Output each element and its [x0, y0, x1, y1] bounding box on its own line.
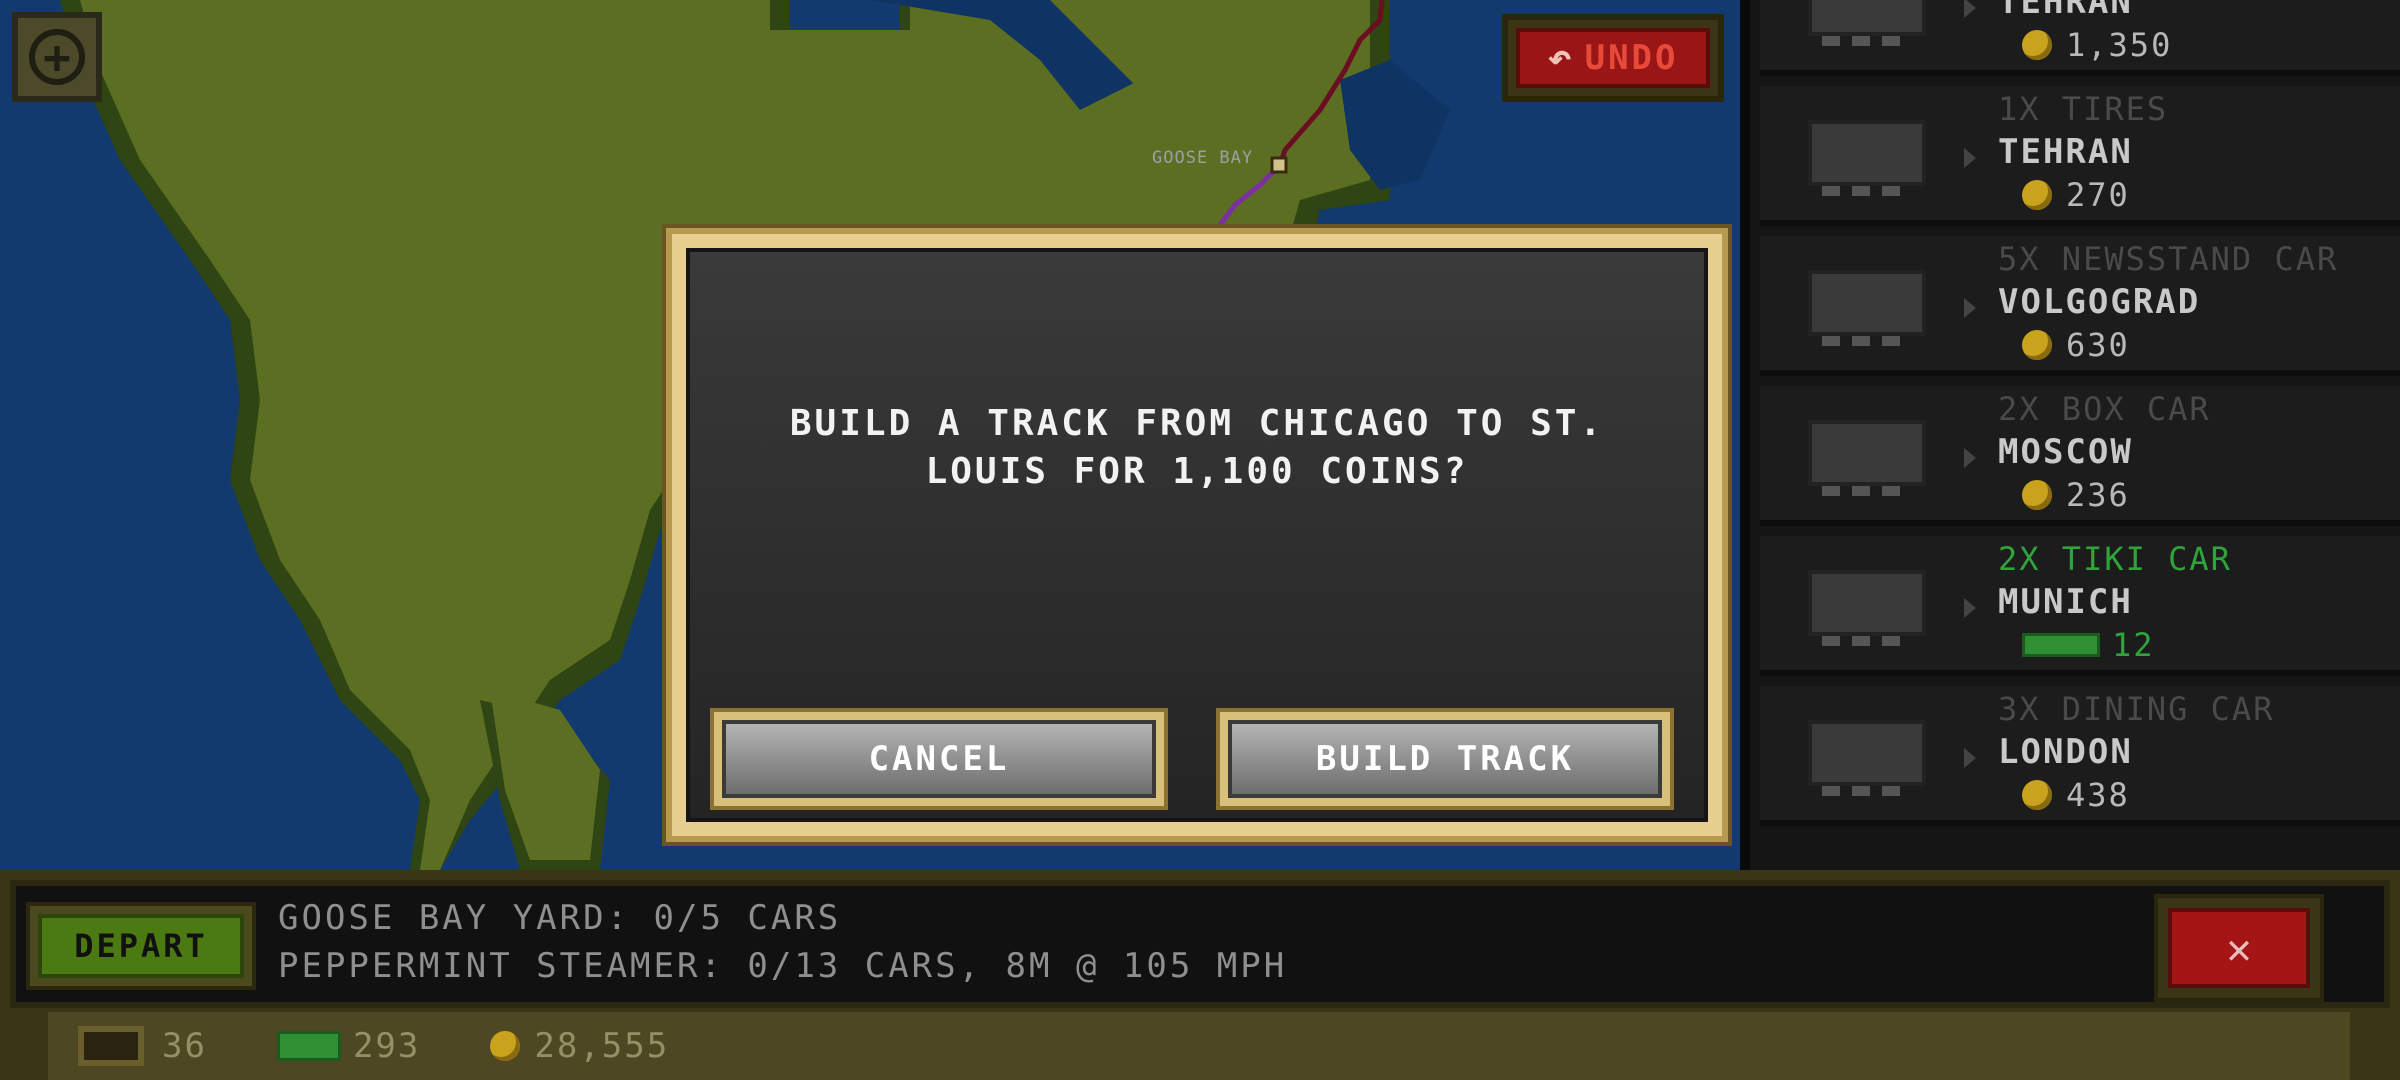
chevron-right-icon — [1964, 748, 1976, 768]
coin-icon — [2022, 180, 2052, 210]
offer-price: 630 — [2022, 326, 2130, 364]
cash-stat: 293 — [276, 1026, 420, 1066]
chevron-right-icon — [1964, 598, 1976, 618]
offer-item[interactable]: TEHRAN 1,350 — [1760, 0, 2400, 76]
offer-item[interactable]: 5X NEWSSTAND CAR VOLGOGRAD 630 — [1760, 236, 2400, 376]
close-button[interactable]: ✕ — [2154, 894, 2324, 1002]
cash-icon — [2022, 633, 2100, 657]
undo-label: UNDO — [1584, 38, 1679, 78]
car-thumbnail — [1808, 570, 1926, 646]
chevron-right-icon — [1964, 0, 1976, 18]
undo-arrow-icon: ↶ — [1547, 35, 1575, 81]
chevron-right-icon — [1964, 448, 1976, 468]
car-thumbnail — [1808, 720, 1926, 796]
offer-destination: TEHRAN — [1998, 0, 2133, 22]
cancel-button-label: CANCEL — [722, 720, 1156, 798]
offer-cargo: 5X NEWSSTAND CAR — [1998, 240, 2339, 278]
cash-icon — [276, 1031, 341, 1061]
dialog-body: BUILD A TRACK FROM CHICAGO TO ST. LOUIS … — [686, 248, 1708, 822]
build-track-dialog: BUILD A TRACK FROM CHICAGO TO ST. LOUIS … — [666, 228, 1728, 842]
offer-cargo: 3X DINING CAR — [1998, 690, 2275, 728]
offer-cargo: 2X BOX CAR — [1998, 390, 2211, 428]
offer-item[interactable]: 2X BOX CAR MOSCOW 236 — [1760, 386, 2400, 526]
offer-item[interactable]: 1X TIRES TEHRAN 270 — [1760, 86, 2400, 226]
coin-icon — [2022, 30, 2052, 60]
close-icon: ✕ — [2168, 908, 2310, 988]
offer-destination: LONDON — [1998, 732, 2133, 772]
dialog-message: BUILD A TRACK FROM CHICAGO TO ST. LOUIS … — [789, 403, 1605, 492]
coin-icon — [2022, 480, 2052, 510]
car-thumbnail — [1808, 120, 1926, 196]
chevron-right-icon — [1964, 298, 1976, 318]
offer-price: 236 — [2022, 476, 2130, 514]
city-label-goose-bay[interactable]: GOOSE BAY — [1152, 148, 1253, 168]
bottom-bar: DEPART GOOSE BAY YARD: 0/5 CARS PEPPERMI… — [0, 870, 2400, 1080]
offer-item[interactable]: 3X DINING CAR LONDON 438 — [1760, 686, 2400, 826]
coin-icon — [2022, 780, 2052, 810]
offer-destination: MUNICH — [1998, 582, 2133, 622]
coin-icon — [490, 1031, 521, 1061]
plus-circle-icon: + — [29, 29, 85, 85]
depart-button[interactable]: DEPART — [26, 902, 256, 990]
build-track-button-label: BUILD TRACK — [1228, 720, 1662, 798]
cars-stat: 36 — [78, 1026, 207, 1066]
offer-item[interactable]: 2X TIKI CAR MUNICH 12 — [1760, 536, 2400, 676]
offer-price: 1,350 — [2022, 26, 2172, 64]
yard-status: GOOSE BAY YARD: 0/5 CARS — [278, 898, 842, 938]
offer-price: 270 — [2022, 176, 2130, 214]
train-status-bar: DEPART GOOSE BAY YARD: 0/5 CARS PEPPERMI… — [10, 880, 2390, 1008]
stats-bar: 36 293 28,555 — [48, 1012, 2350, 1080]
build-track-button[interactable]: BUILD TRACK — [1216, 708, 1674, 810]
cancel-button[interactable]: CANCEL — [710, 708, 1168, 810]
train-status: PEPPERMINT STEAMER: 0/13 CARS, 8M @ 105 … — [278, 946, 1288, 986]
delivery-offers-panel[interactable]: TEHRAN 1,350 1X TIRES TEHRAN 270 5X NEWS… — [1740, 0, 2400, 870]
offer-destination: VOLGOGRAD — [1998, 282, 2201, 322]
offer-cargo: 1X TIRES — [1998, 90, 2169, 128]
car-thumbnail — [1808, 270, 1926, 346]
offer-price: 438 — [2022, 776, 2130, 814]
offer-cargo: 2X TIKI CAR — [1998, 540, 2232, 578]
offer-price: 12 — [2022, 626, 2155, 664]
zoom-in-button[interactable]: + — [12, 12, 102, 102]
coin-icon — [2022, 330, 2052, 360]
depart-button-label: DEPART — [38, 914, 244, 978]
train-car-icon — [78, 1026, 144, 1066]
coins-stat: 28,555 — [490, 1026, 669, 1066]
chevron-right-icon — [1964, 148, 1976, 168]
undo-button[interactable]: ↶ UNDO — [1502, 14, 1724, 102]
car-thumbnail — [1808, 420, 1926, 496]
offer-destination: MOSCOW — [1998, 432, 2133, 472]
car-thumbnail — [1808, 0, 1926, 46]
offer-destination: TEHRAN — [1998, 132, 2133, 172]
